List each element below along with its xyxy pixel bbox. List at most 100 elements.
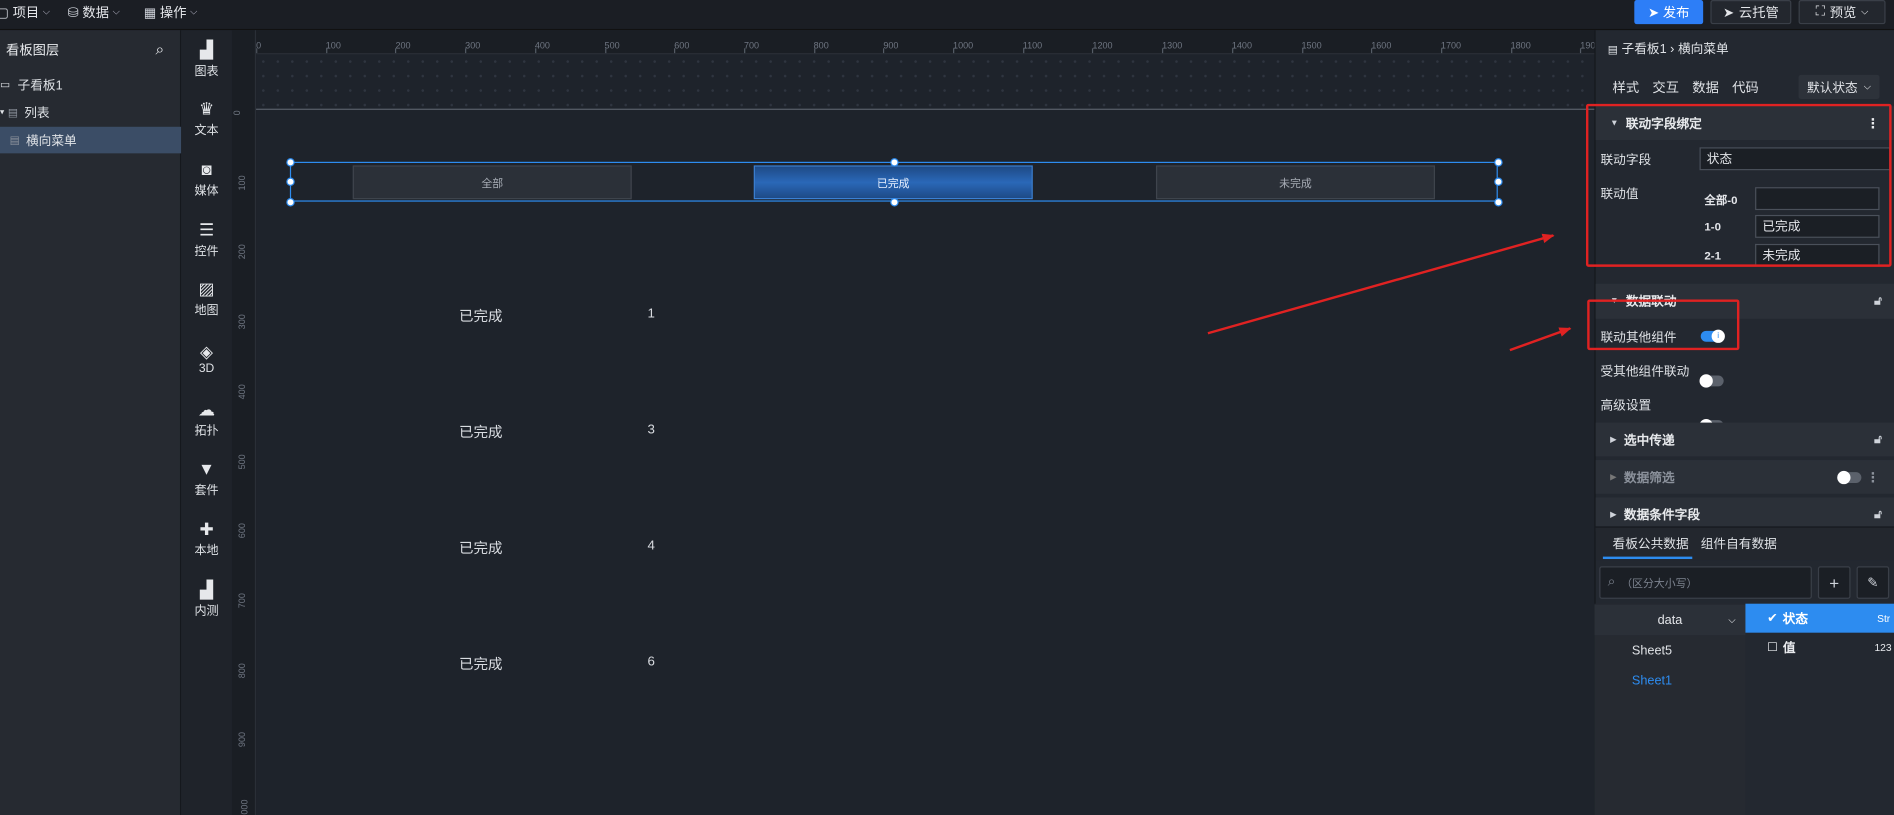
lock-icon[interactable]: 🔓︎ <box>1874 295 1882 308</box>
horizontal-ruler: 0 100 200 300 400 500 600 700 800 900 1000 1100 1200… <box>256 30 1595 55</box>
menu-tab-label: 已完成 <box>876 176 910 189</box>
resize-handle[interactable] <box>285 197 295 206</box>
checkbox-icon[interactable]: ☐ <box>1767 641 1778 654</box>
ruler-tick-label: 1200 <box>1092 39 1113 51</box>
dataset-item-sheet1[interactable]: Sheet1 <box>1594 665 1745 695</box>
field-name: 值 <box>1782 640 1796 656</box>
tool-camera[interactable]: ◙ 媒体 <box>181 155 232 203</box>
preview-button[interactable]: ⛶ 预览 ⌵ <box>1798 0 1886 25</box>
layer-item-hmenu[interactable]: ▤ 横向菜单 <box>0 126 182 154</box>
cube-icon: ◈ <box>200 341 214 362</box>
menu-project-label: 项目 <box>12 6 40 21</box>
field-row-status[interactable]: ✔ 状态 Str <box>1745 603 1894 633</box>
lock-icon[interactable]: 🔓︎ <box>1874 508 1882 521</box>
annotation-box-link-binding <box>1585 103 1892 267</box>
layer-label: 子看板1 <box>17 77 63 93</box>
database-icon: ⛁ <box>67 5 79 20</box>
field-row-value[interactable]: ☐ 值 123 <box>1745 633 1894 662</box>
dataset-header[interactable]: data ⌵ <box>1594 604 1746 636</box>
ruler-tick-label: 1700 <box>1440 39 1462 51</box>
search-icon[interactable]: ⌕ <box>155 40 164 59</box>
tool-bar-chart[interactable]: ▟ 图表 <box>181 35 232 83</box>
breadcrumb-parent[interactable]: 子看板1 <box>1622 42 1667 56</box>
tab-style[interactable]: 样式 <box>1613 77 1640 96</box>
tool-map[interactable]: ▨ 地图 <box>181 275 232 323</box>
monitor-icon: ▭ <box>0 77 11 90</box>
field-search-input[interactable]: ⌕ （区分大小写） <box>1599 566 1812 599</box>
linked-by-others-toggle[interactable] <box>1699 374 1724 388</box>
tool-form[interactable]: ☰ 控件 <box>181 215 232 263</box>
ruler-tick-label: 800 <box>813 39 829 51</box>
tab-code[interactable]: 代码 <box>1732 77 1759 96</box>
layer-item-board[interactable]: ▭ 子看板1 <box>0 71 181 98</box>
breadcrumb-separator: › <box>1670 42 1675 57</box>
tool-beta-chart[interactable]: ▟ 内测 <box>181 575 232 623</box>
menu-operate-label: 操作 <box>159 6 187 21</box>
list-cell-status: 已完成 <box>459 539 503 557</box>
form-icon: ☰ <box>198 219 215 239</box>
ruler-tick-label: 1000 <box>238 799 250 815</box>
lock-icon[interactable]: 🔓︎ <box>1874 433 1882 446</box>
list-cell-status: 已完成 <box>459 307 503 325</box>
chevron-down-icon: ⌵ <box>1863 80 1872 92</box>
ruler-tick-label: 500 <box>236 453 248 469</box>
resize-handle[interactable] <box>1493 157 1503 167</box>
dataset-header-label: data <box>1657 612 1683 628</box>
canvas-area[interactable] <box>231 30 1595 815</box>
ruler-tick-label: 600 <box>674 39 690 51</box>
section-data-filter[interactable]: ▶ 数据筛选 ⋮ <box>1595 460 1894 494</box>
resize-handle[interactable] <box>889 157 899 167</box>
ruler-tick-label: 0 <box>231 110 243 116</box>
add-dataset-button[interactable]: + <box>1817 566 1851 599</box>
edit-icon: ✎ <box>1867 575 1879 591</box>
menu-tab-undone[interactable]: 未完成 <box>1155 165 1435 200</box>
resize-handle[interactable] <box>285 176 295 186</box>
menu-tab-all[interactable]: 全部 <box>352 165 632 200</box>
map-icon: ▨ <box>198 279 215 299</box>
tab-component-own-data[interactable]: 组件自有数据 <box>1701 535 1777 553</box>
tool-cloud[interactable]: ☁ 拓扑 <box>181 395 232 443</box>
ruler-tick-label: 800 <box>236 662 248 678</box>
data-filter-toggle[interactable] <box>1837 470 1862 485</box>
publish-button[interactable]: ➤ 发布 <box>1634 0 1704 25</box>
menu-data[interactable]: ⛁ 数据 ⌵ <box>68 0 120 24</box>
section-selection-pass[interactable]: ▶ 选中传递 🔓︎ <box>1595 422 1894 457</box>
tool-crown[interactable]: ♛ 文本 <box>181 95 232 143</box>
tab-interaction[interactable]: 交互 <box>1652 77 1679 96</box>
tool-cube[interactable]: ◈ 3D <box>181 335 232 383</box>
menu-tab-done[interactable]: 已完成 <box>753 165 1033 200</box>
ruler-tick-label: 1100 <box>1022 39 1043 51</box>
check-icon: ✔ <box>1767 610 1778 626</box>
tool-puzzle[interactable]: ✚ 本地 <box>181 515 232 563</box>
ruler-tick-label: 900 <box>883 39 899 51</box>
menu-tab-label: 全部 <box>481 176 504 189</box>
preview-label: 预览 <box>1829 6 1857 21</box>
edit-dataset-button[interactable]: ✎ <box>1856 566 1890 599</box>
ruler-tick-label: 200 <box>236 244 248 260</box>
list-cell-status: 已完成 <box>459 655 503 673</box>
ruler-tick-label: 100 <box>325 39 341 51</box>
dataset-item-sheet5[interactable]: Sheet5 <box>1594 635 1745 665</box>
layer-item-list[interactable]: ▾ ▤ 列表 <box>0 99 181 126</box>
resize-handle[interactable] <box>1493 197 1503 206</box>
ruler-tick-label: 100 <box>236 174 248 191</box>
chevron-down-icon: ⌵ <box>190 6 198 17</box>
menu-operate[interactable]: ▦ 操作 ⌵ <box>144 0 198 24</box>
search-placeholder: （区分大小写） <box>1621 577 1698 590</box>
resize-handle[interactable] <box>889 197 899 206</box>
menu-project[interactable]: ▢ 项目 ⌵ <box>0 0 50 24</box>
resize-handle[interactable] <box>285 157 295 167</box>
caret-icon: ▾ <box>0 108 5 118</box>
state-dropdown[interactable]: 默认状态 ⌵ <box>1798 74 1880 100</box>
resize-handle[interactable] <box>1493 176 1503 186</box>
more-icon[interactable]: ⋮ <box>1866 469 1879 484</box>
cloud-hosting-button[interactable]: ➤ 云托管 <box>1710 0 1792 25</box>
tab-board-public-data[interactable]: 看板公共数据 <box>1613 535 1689 553</box>
tool-shirt[interactable]: ▼ 套件 <box>181 455 232 503</box>
ruler-tick-label: 900 <box>236 732 248 748</box>
toggle-knob <box>1699 374 1713 388</box>
list-icon: ▤ <box>9 133 20 146</box>
tab-data[interactable]: 数据 <box>1692 77 1719 96</box>
toggle-knob <box>1837 470 1851 485</box>
ruler-tick-label: 1000 <box>953 39 974 51</box>
